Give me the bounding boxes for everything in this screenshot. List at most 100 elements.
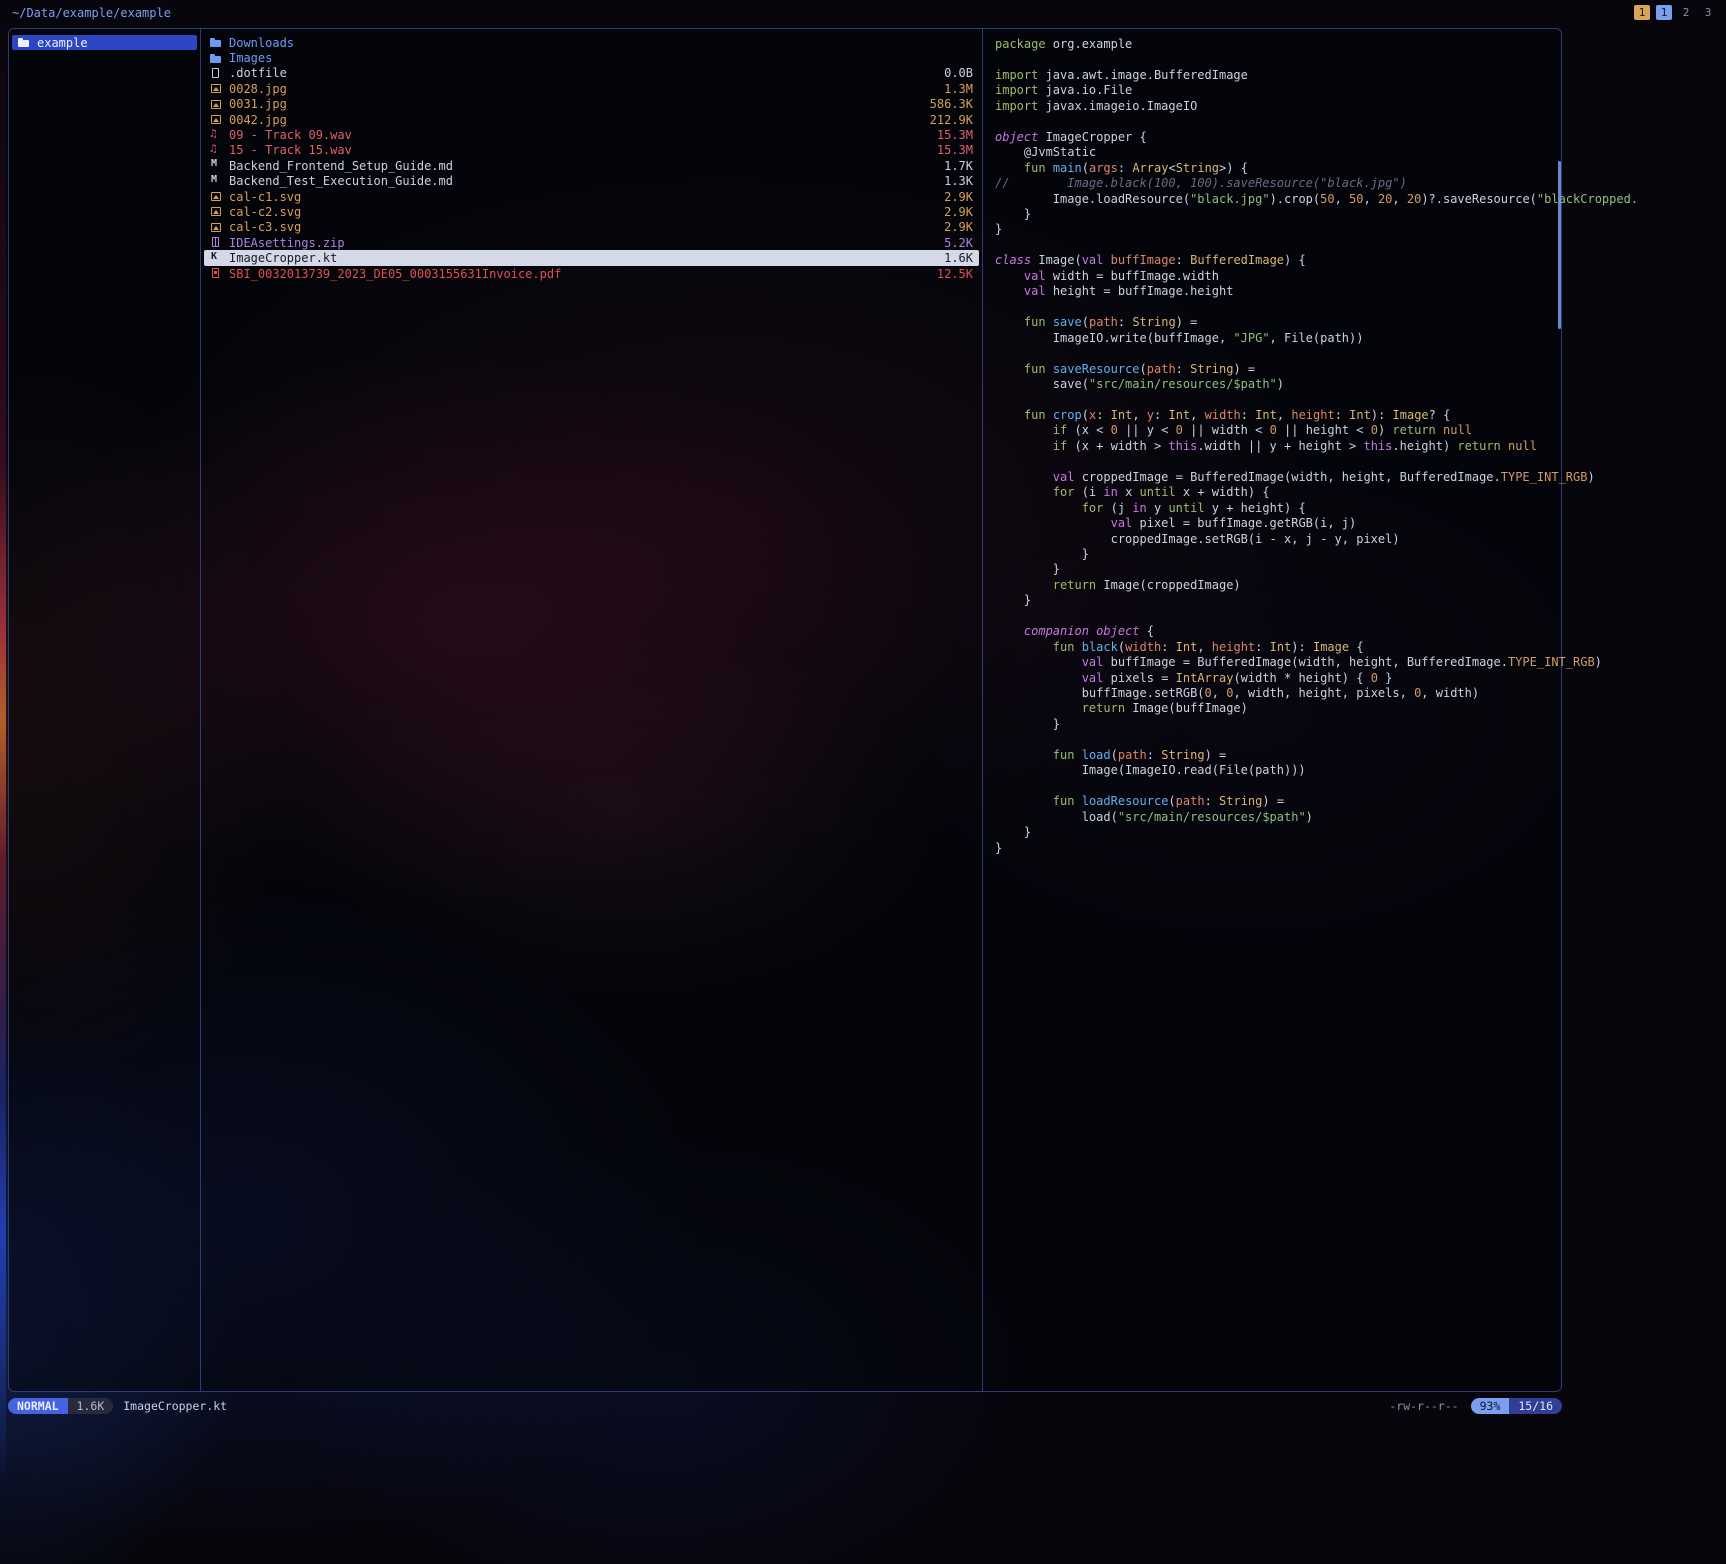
code-token: Image(ImageIO.read(File(path))) bbox=[995, 763, 1306, 777]
code-line: } bbox=[995, 562, 1561, 577]
code-token: fun bbox=[1024, 362, 1046, 376]
code-token: import bbox=[995, 83, 1038, 97]
code-token: width = buffImage.width bbox=[1046, 269, 1219, 283]
code-token bbox=[995, 408, 1024, 422]
file-row[interactable]: IDEAsettings.zip5.2K bbox=[204, 235, 979, 250]
file-size: 12.5K bbox=[929, 267, 973, 281]
file-size: 15.3M bbox=[929, 128, 973, 142]
code-token bbox=[1074, 748, 1081, 762]
code-token: val bbox=[1053, 470, 1075, 484]
code-token: // Image.black(100, 100).saveResource("b… bbox=[995, 176, 1407, 190]
code-token bbox=[1501, 439, 1508, 453]
preview-scrollbar[interactable] bbox=[1558, 161, 1561, 329]
code-token: ): bbox=[1371, 408, 1393, 422]
code-line: import java.io.File bbox=[995, 83, 1561, 98]
file-size: 586.3K bbox=[922, 97, 973, 111]
code-line bbox=[995, 609, 1561, 624]
code-token: import bbox=[995, 99, 1038, 113]
file-row[interactable]: 0028.jpg1.3M bbox=[204, 81, 979, 96]
code-line: } bbox=[995, 825, 1561, 840]
code-token: croppedImage = BufferedImage(width, heig… bbox=[1074, 470, 1500, 484]
file-name: 15 - Track 15.wav bbox=[229, 143, 352, 157]
code-token: || y < bbox=[1118, 423, 1176, 437]
code-line bbox=[995, 52, 1561, 67]
file-row[interactable]: cal-c3.svg2.9K bbox=[204, 220, 979, 235]
code-token: ImageCropper { bbox=[1038, 130, 1146, 144]
code-token: } bbox=[995, 593, 1031, 607]
code-token: TYPE_INT_RGB bbox=[1501, 470, 1588, 484]
pdf-icon bbox=[210, 268, 223, 279]
file-row[interactable]: Backend_Frontend_Setup_Guide.md1.7K bbox=[204, 158, 979, 173]
code-token: , width, height, pixels, bbox=[1233, 686, 1414, 700]
code-token: } bbox=[995, 547, 1089, 561]
file-row[interactable]: 0031.jpg586.3K bbox=[204, 97, 979, 112]
parent-directory-item[interactable]: example bbox=[12, 35, 197, 50]
audio-icon bbox=[210, 145, 223, 156]
code-token: ) = bbox=[1205, 748, 1227, 762]
file-row[interactable]: 15 - Track 15.wav15.3M bbox=[204, 143, 979, 158]
code-line: load("src/main/resources/$path") bbox=[995, 810, 1561, 825]
file-row[interactable]: 09 - Track 09.wav15.3M bbox=[204, 127, 979, 142]
code-token: 0 bbox=[1176, 423, 1183, 437]
file-row[interactable]: SBI_0032013739_2023_DE05_0003155631Invoi… bbox=[204, 266, 979, 281]
code-line: return Image(buffImage) bbox=[995, 701, 1561, 716]
code-preview: package org.example import java.awt.imag… bbox=[983, 29, 1561, 856]
audio-icon bbox=[210, 130, 223, 141]
code-token: 0 bbox=[1205, 686, 1212, 700]
code-token: y bbox=[1147, 501, 1169, 515]
file-row[interactable]: Images bbox=[204, 50, 979, 65]
workspace-tab[interactable]: 1 bbox=[1656, 5, 1672, 20]
code-token: (x < bbox=[1067, 423, 1110, 437]
code-token: } bbox=[995, 222, 1002, 236]
code-token: } bbox=[995, 562, 1060, 576]
file-size: 5.2K bbox=[936, 236, 973, 250]
code-token: croppedImage.setRGB(i - x, j - y, pixel) bbox=[995, 532, 1400, 546]
code-token: ( bbox=[1111, 748, 1118, 762]
file-row[interactable]: Backend_Test_Execution_Guide.md1.3K bbox=[204, 174, 979, 189]
code-token: black bbox=[1082, 640, 1118, 654]
file-row[interactable]: .dotfile0.0B bbox=[204, 66, 979, 81]
code-token: String bbox=[1219, 794, 1262, 808]
code-token: main bbox=[1053, 161, 1082, 175]
code-token: : bbox=[1096, 408, 1110, 422]
code-token: (i bbox=[1074, 485, 1103, 499]
workspace-tab[interactable]: 3 bbox=[1700, 5, 1716, 20]
code-token bbox=[1046, 161, 1053, 175]
code-token: Int bbox=[1111, 408, 1133, 422]
code-token: Image bbox=[1393, 408, 1429, 422]
code-token: : bbox=[1154, 408, 1168, 422]
code-token bbox=[995, 315, 1024, 329]
code-line bbox=[995, 732, 1561, 747]
code-token: companion bbox=[1024, 624, 1089, 638]
code-token: ? { bbox=[1429, 408, 1451, 422]
workspace-tab[interactable]: 2 bbox=[1678, 5, 1694, 20]
file-row[interactable]: cal-c1.svg2.9K bbox=[204, 189, 979, 204]
code-token: return bbox=[1082, 701, 1125, 715]
file-size: 2.9K bbox=[936, 190, 973, 204]
file-row[interactable]: cal-c2.svg2.9K bbox=[204, 204, 979, 219]
workspace-tabs: 1123 bbox=[1634, 5, 1716, 20]
code-line: fun saveResource(path: String) = bbox=[995, 362, 1561, 377]
file-row[interactable]: Downloads bbox=[204, 35, 979, 50]
code-token bbox=[995, 671, 1082, 685]
code-token: null bbox=[1508, 439, 1537, 453]
scroll-percent-badge: 93% bbox=[1471, 1398, 1510, 1414]
file-row[interactable]: 0042.jpg212.9K bbox=[204, 112, 979, 127]
code-line bbox=[995, 346, 1561, 361]
code-token bbox=[995, 794, 1053, 808]
code-token: path bbox=[1118, 748, 1147, 762]
code-token: fun bbox=[1053, 640, 1075, 654]
code-line: package org.example bbox=[995, 37, 1561, 52]
code-line: fun save(path: String) = bbox=[995, 315, 1561, 330]
workspace-tab[interactable]: 1 bbox=[1634, 5, 1650, 20]
md-icon bbox=[210, 160, 223, 171]
file-row[interactable]: ImageCropper.kt1.6K bbox=[204, 250, 979, 265]
code-line: // Image.black(100, 100).saveResource("b… bbox=[995, 176, 1561, 191]
code-token: fun bbox=[1053, 748, 1075, 762]
code-line: fun main(args: Array<String>) { bbox=[995, 161, 1561, 176]
current-directory-pane: DownloadsImages.dotfile0.0B0028.jpg1.3M0… bbox=[201, 29, 983, 1391]
code-token: ) = bbox=[1233, 362, 1255, 376]
status-bar: NORMAL 1.6K ImageCropper.kt -rw-r--r-- 9… bbox=[8, 1397, 1562, 1414]
code-token: Int bbox=[1168, 408, 1190, 422]
code-token bbox=[995, 501, 1082, 515]
